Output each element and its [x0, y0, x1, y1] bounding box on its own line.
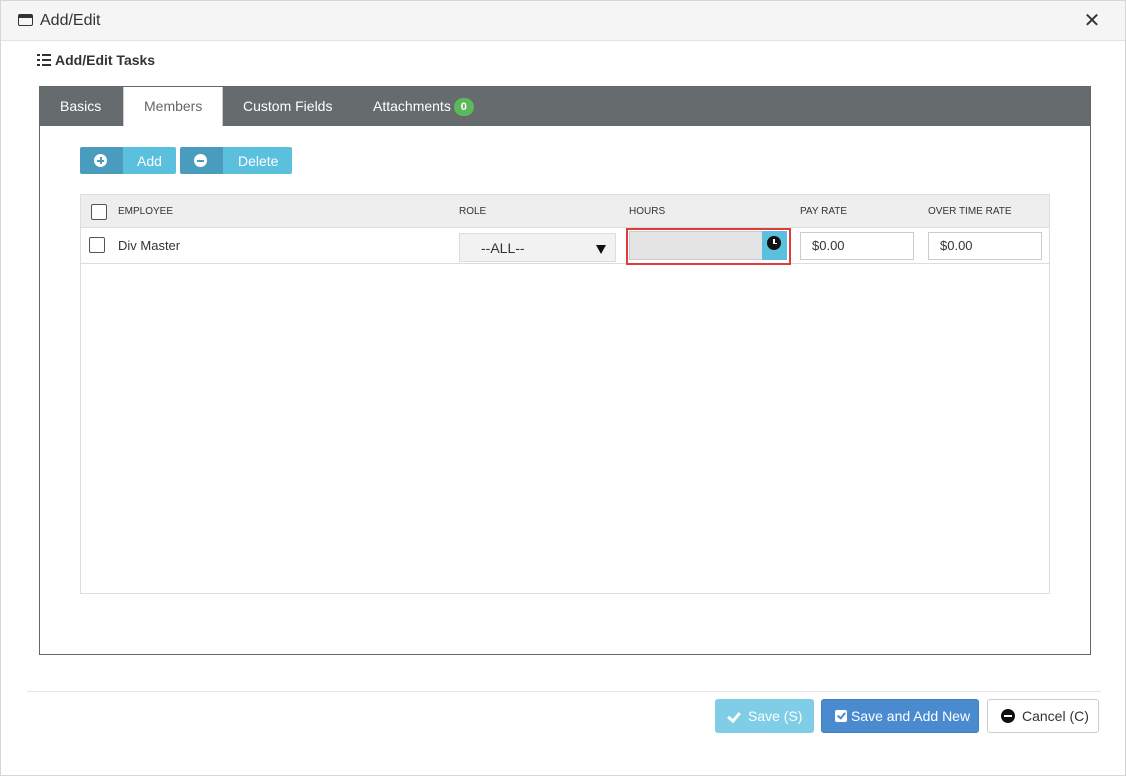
cancel-button-label: Cancel (C) [1022, 708, 1089, 724]
attachments-count-badge: 0 [453, 98, 474, 116]
cancel-button[interactable]: Cancel (C) [987, 699, 1099, 733]
save-button-label: Save (S) [748, 708, 803, 724]
column-header-overtime-rate[interactable]: OVER TIME RATE [928, 206, 1012, 217]
tab-members[interactable]: Members [123, 87, 224, 126]
dialog-title: Add/Edit [40, 12, 101, 29]
save-and-add-new-label: Save and Add New [851, 708, 971, 724]
minus-circle-icon [1001, 709, 1015, 723]
save-button[interactable]: Save (S) [715, 699, 814, 733]
section-title: Add/Edit Tasks [55, 52, 156, 68]
tab-custom-fields[interactable]: Custom Fields [223, 87, 352, 126]
tasks-panel: Basics Members Custom Fields Attachments… [39, 86, 1091, 655]
dialog-titlebar: Add/Edit ✕ [1, 1, 1125, 41]
time-picker-button[interactable] [762, 231, 787, 260]
members-grid: EMPLOYEE ROLE HOURS PAY RATE OVER TIME R… [80, 194, 1050, 594]
close-button[interactable]: ✕ [1081, 10, 1103, 32]
delete-button-label: Delete [223, 147, 293, 174]
tab-bar: Basics Members Custom Fields Attachments… [40, 87, 1090, 126]
select-all-checkbox[interactable] [91, 204, 107, 220]
delete-icon-segment [180, 147, 223, 174]
delete-button[interactable]: Delete [180, 147, 293, 174]
add-button-label: Add [123, 147, 176, 174]
hours-input[interactable] [629, 231, 763, 260]
add-icon-segment [80, 147, 123, 174]
add-button[interactable]: Add [80, 147, 176, 174]
tab-label: Members [144, 98, 203, 114]
role-select-value: --ALL-- [481, 240, 525, 256]
dropdown-caret-icon [596, 245, 606, 254]
tab-label: Attachments [373, 98, 451, 114]
section-header: Add/Edit Tasks [37, 51, 155, 69]
column-header-employee[interactable]: EMPLOYEE [118, 206, 173, 217]
add-edit-dialog: Add/Edit ✕ Add/Edit Tasks Basics Members… [0, 0, 1126, 776]
column-header-pay-rate[interactable]: PAY RATE [800, 206, 847, 217]
pay-rate-input[interactable]: $0.00 [800, 232, 914, 260]
save-and-add-new-button[interactable]: Save and Add New [821, 699, 979, 733]
column-header-role[interactable]: ROLE [459, 206, 486, 217]
grid-header: EMPLOYEE ROLE HOURS PAY RATE OVER TIME R… [81, 195, 1049, 228]
role-select[interactable]: --ALL-- [459, 233, 616, 262]
clock-icon [767, 236, 781, 250]
tab-label: Basics [60, 98, 102, 114]
overtime-rate-input[interactable]: $0.00 [928, 232, 1042, 260]
tasks-list-icon [37, 53, 51, 67]
tab-label: Custom Fields [243, 98, 333, 114]
plus-circle-icon [94, 154, 107, 167]
tab-attachments[interactable]: Attachments 0 [353, 87, 494, 126]
window-icon [18, 14, 33, 26]
minus-circle-icon [194, 154, 207, 167]
row-checkbox[interactable] [89, 237, 105, 253]
tab-basics[interactable]: Basics [40, 87, 121, 126]
check-icon [728, 709, 742, 723]
table-row: Div Master --ALL-- $0.00 $0.00 [81, 228, 1049, 265]
column-header-hours[interactable]: HOURS [629, 206, 665, 217]
check-square-icon [835, 710, 847, 722]
footer-divider [27, 691, 1101, 692]
employee-name: Div Master [118, 238, 181, 253]
